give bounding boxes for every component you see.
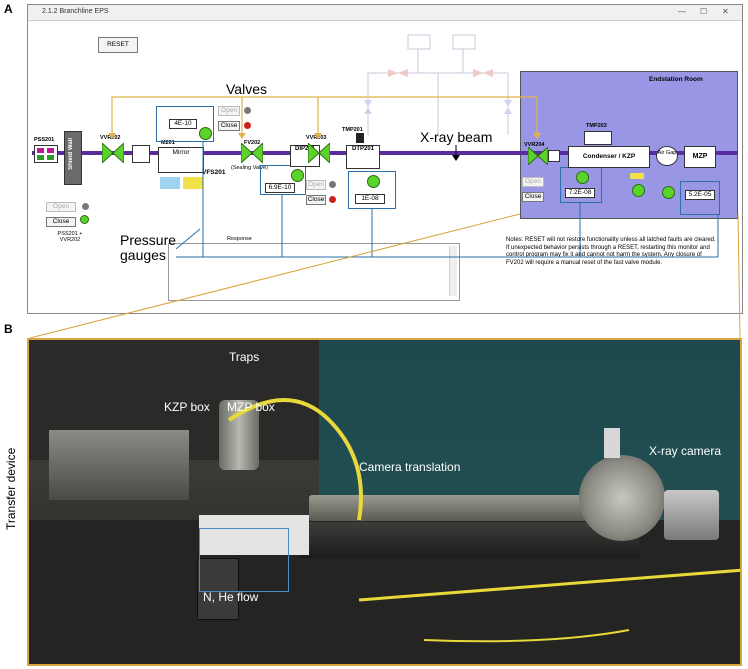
mzp-box-label: MZP box — [227, 400, 275, 414]
traps-label: Traps — [229, 350, 260, 364]
photo-yellow-cables — [227, 398, 740, 643]
transfer-device-label: Transfer device — [4, 447, 18, 530]
xray-camera-label: X-ray camera — [649, 444, 722, 458]
n-he-flow-highlight — [199, 528, 289, 592]
lab-photo: Traps KZP box MZP box Camera translation… — [27, 338, 742, 666]
kzp-box-label: KZP box — [164, 400, 210, 414]
camera-translation-label: Camera translation — [359, 460, 461, 474]
n-he-flow-label: N, He flow — [203, 590, 259, 604]
